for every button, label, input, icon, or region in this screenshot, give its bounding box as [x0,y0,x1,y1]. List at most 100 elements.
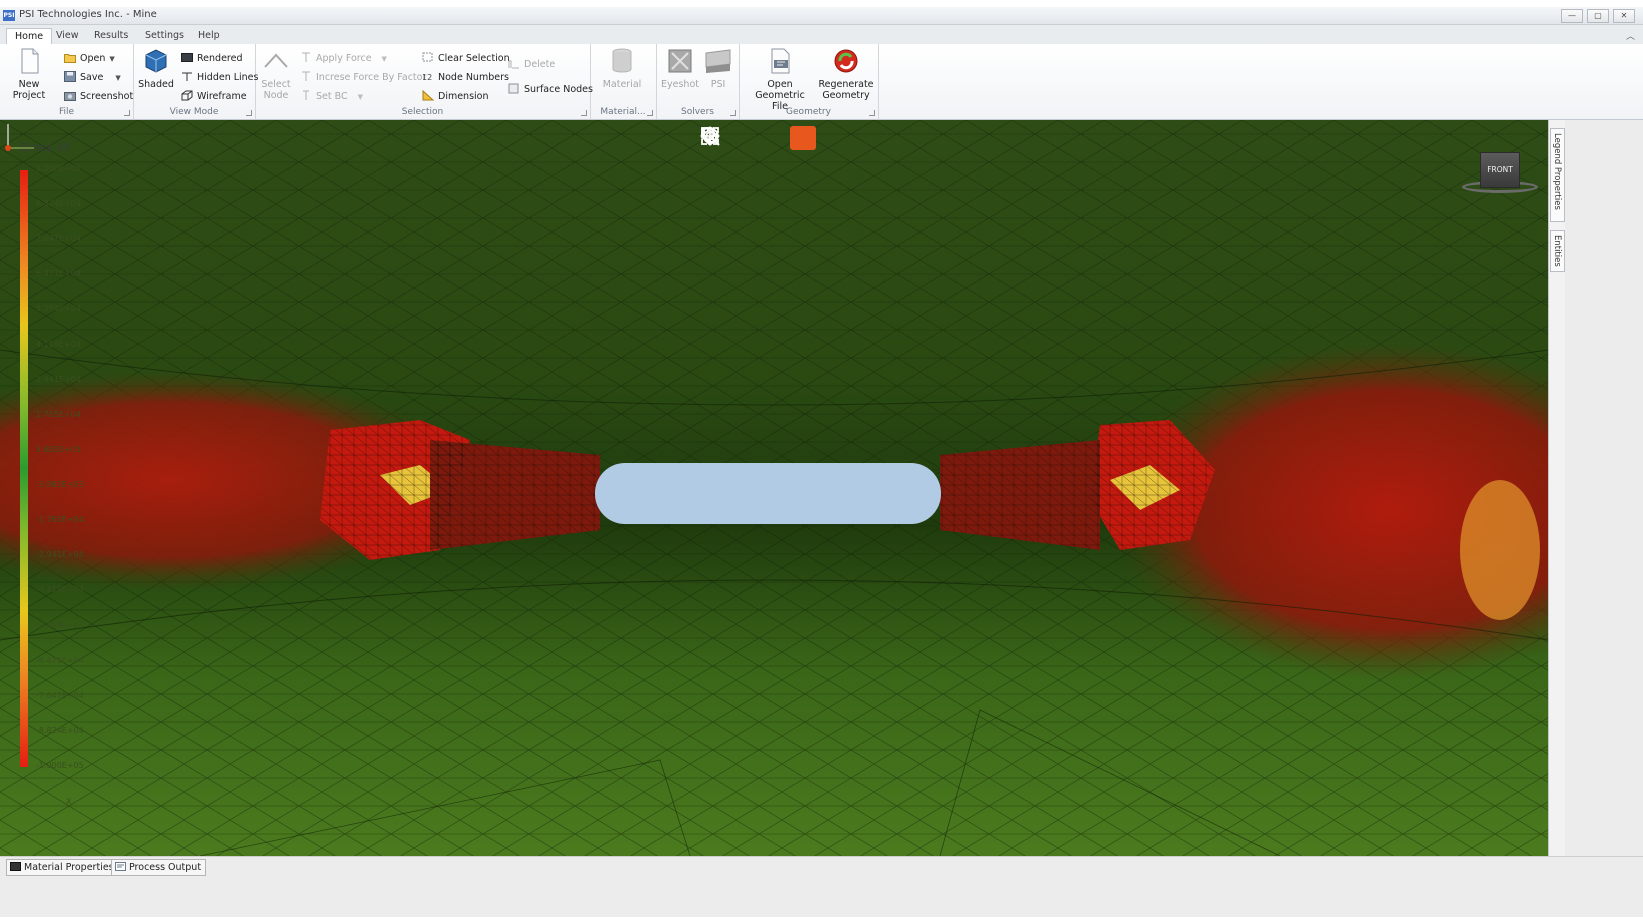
tab-view[interactable]: View [48,28,87,44]
open-geometric-file-button[interactable]: Open Geometric File [744,47,816,112]
screenshot-button[interactable]: Screenshot [64,89,133,105]
psi-solver-button[interactable]: PSI [702,47,734,90]
tab-material-properties[interactable]: Material Properties [6,859,119,876]
tab-entities[interactable]: Entities [1550,230,1565,272]
legend-tick-label: 1.765E+04 [36,410,81,419]
ribbon-group-selection: Select Node Apply Force ▼ Increse Force B… [255,44,593,119]
dialog-launcher-icon[interactable] [869,110,875,116]
dialog-launcher-icon[interactable] [730,110,736,116]
ribbon-group-material: Material Material... [590,44,657,119]
apply-force-label: Apply Force [316,53,372,64]
3d-viewport[interactable]: Stress XY 1.000E+05 8.824E+04 7.647E+04 6.4… [0,120,1548,856]
view-cube[interactable]: FRONT [1480,152,1520,188]
camera-icon [64,90,76,101]
set-bc-button[interactable]: Set BC ▼ [300,89,363,105]
ribbon-group-solvers: Eyeshot PSI Solvers [656,44,740,119]
select-node-label-1: Select [261,79,291,90]
legend-tick-label: 5.294E+04 [36,304,81,313]
surface-nodes-button[interactable]: Surface Nodes [508,82,593,98]
dimension-button[interactable]: Dimension [422,89,489,105]
material-button[interactable]: Material [600,47,644,90]
rendered-label: Rendered [197,53,243,64]
tab-results[interactable]: Results [86,28,136,44]
tab-settings[interactable]: Settings [137,28,192,44]
delete-button[interactable]: Delete [508,57,555,73]
title-bar: PSI PSI Technologies Inc. - Mine — ▢ ✕ [0,7,1643,25]
shaded-cube-icon [142,47,170,75]
collapse-ribbon-icon[interactable]: ︿ [1626,29,1635,42]
shaded-button[interactable]: Shaded [137,47,175,90]
ribbon-group-geometry: Open Geometric File Regenerate Geometry … [739,44,879,119]
legend-color-bar [20,170,28,767]
legend-tick-label: -7.647E+04 [36,691,84,700]
delete-label: Delete [524,59,556,70]
pan-icon[interactable] [700,126,786,150]
viewport-toolbar [700,126,846,150]
dialog-launcher-icon[interactable] [246,110,252,116]
chevron-down-icon: ▼ [381,55,387,63]
legend-tick-label: -6.471E+04 [36,656,84,665]
chevron-down-icon: ▼ [115,74,121,82]
wireframe-button[interactable]: Wireframe [181,89,247,105]
legend-tick-label: 4.118E+04 [36,340,81,349]
clear-selection-button[interactable]: Clear Selection [422,51,510,67]
increase-force-label: Increse Force By Factor [316,72,427,83]
tab-legend-properties[interactable]: Legend Properties [1550,128,1565,222]
app-icon: PSI [3,10,15,21]
legend-tick-label: -4.118E+04 [36,585,84,594]
window-controls: — ▢ ✕ [1561,9,1635,23]
dialog-launcher-icon[interactable] [124,110,130,116]
dimension-label: Dimension [438,91,489,102]
eyeshot-button[interactable]: Eyeshot [660,47,700,90]
entities-label: Entities [1552,235,1562,267]
regenerate-geometry-button[interactable]: Regenerate Geometry [818,47,874,101]
node-numbers-icon: 12 [422,71,434,82]
material-properties-label: Material Properties [24,862,114,873]
open-geometric-label-1: Open Geometric [755,79,805,101]
open-button[interactable]: Open ▼ [64,51,115,67]
ribbon-group-file: New Project Open ▼ Save ▼ Screenshot File [0,44,134,119]
tab-home[interactable]: Home [6,28,53,44]
rendered-icon [181,52,193,63]
select-node-label-2: Node [263,90,289,101]
eyeshot-icon [666,47,694,75]
save-button[interactable]: Save ▼ [64,70,121,86]
folder-icon [64,52,76,63]
ribbon-group-view-mode: Shaded Rendered Hidden Lines Wireframe V… [133,44,258,119]
zoom-icon[interactable] [701,126,756,150]
opening-cross-section [595,463,941,524]
dialog-launcher-icon[interactable] [581,110,587,116]
rendered-button[interactable]: Rendered [181,51,243,67]
tab-process-output[interactable]: Process Output [111,859,207,876]
psi-solver-label: PSI [710,79,726,90]
legend-tick-label: -5.882E+03 [36,480,84,489]
save-label: Save [80,72,104,83]
new-project-button[interactable]: New Project [4,47,54,101]
increase-force-button[interactable]: Increse Force By Factor [300,70,426,86]
apply-force-button[interactable]: Apply Force ▼ [300,51,387,67]
open-label: Open [80,53,106,64]
node-numbers-button[interactable]: 12 Node Numbers [422,70,509,86]
group-caption-geometry: Geometry [786,107,831,117]
tab-help[interactable]: Help [190,28,228,44]
close-button[interactable]: ✕ [1613,9,1635,23]
legend-tick-label: 8.824E+04 [36,199,81,208]
regenerate-label-2: Geometry [822,90,870,101]
group-caption-file: File [58,107,75,117]
legend-tick-label: -8.824E+04 [36,726,84,735]
restore-button[interactable]: ▢ [1587,9,1609,23]
force-arrow-icon [300,71,312,82]
select-node-button[interactable]: Select Node [259,47,293,101]
surface-nodes-label: Surface Nodes [524,84,593,95]
dialog-launcher-icon[interactable] [647,110,653,116]
rotate-icon[interactable] [702,126,816,150]
hidden-lines-label: Hidden Lines [197,72,259,83]
zoom-fit-icon[interactable] [701,126,846,150]
legend-tick-label: 1.000E+05 [36,164,81,173]
stress-mesh-render [0,120,1548,856]
application-window: PSI PSI Technologies Inc. - Mine — ▢ ✕ H… [0,7,1643,917]
minimize-button[interactable]: — [1561,9,1583,23]
save-icon [64,71,76,82]
hidden-lines-button[interactable]: Hidden Lines [181,70,258,86]
pin-icon [300,90,312,101]
